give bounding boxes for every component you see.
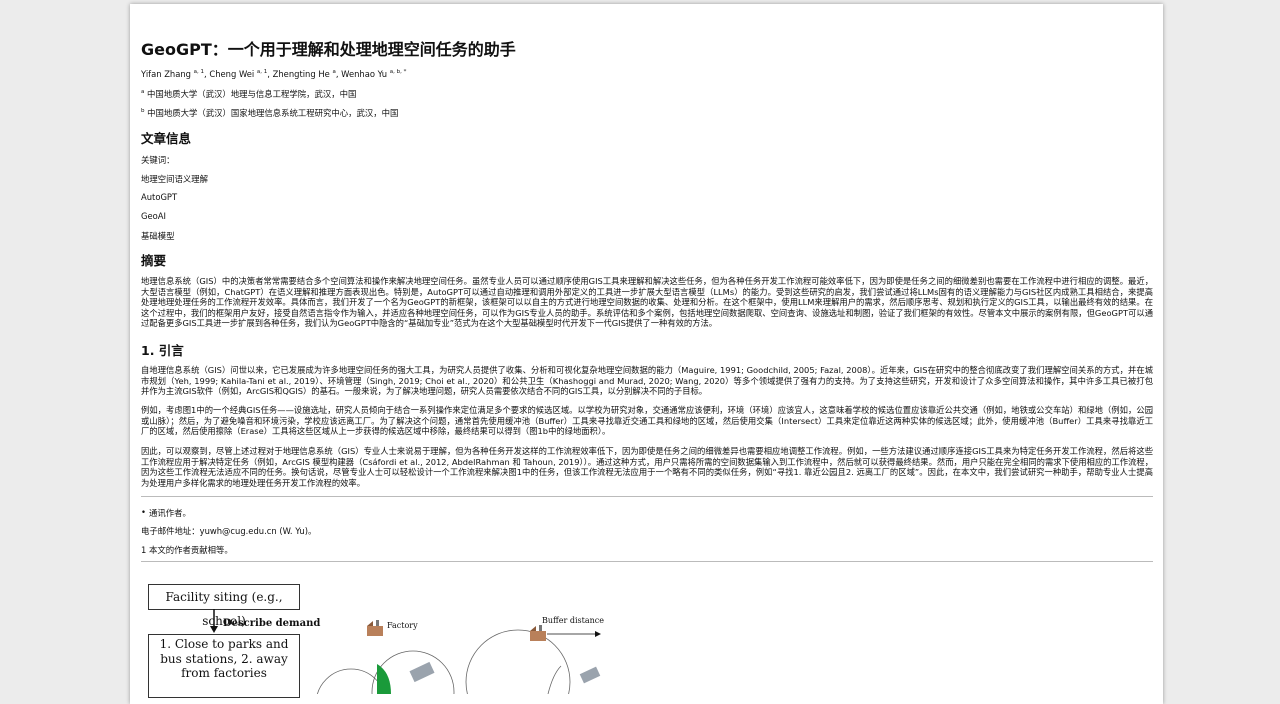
footnote-divider [141,496,1153,497]
affiliation-b: b 中国地质大学（武汉）国家地理信息系统工程研究中心，武汉，中国 [141,107,398,119]
station-block [409,661,435,683]
author-name: Wenhao Yu [341,69,388,79]
keyword-item: AutoGPT [141,192,178,202]
paper-title: GeoGPT：一个用于理解和处理地理空间任务的助手 [141,40,516,59]
factory-label: Factory [387,621,418,630]
intro-paragraph-3: 因此，可以观察到，尽管上述过程对于地理信息系统（GIS）专业人士来说易于理解，但… [141,446,1153,488]
author-superscript: a [332,69,336,76]
green-area [377,664,391,694]
author-superscript: a, b, * [389,69,407,76]
footnote-email: 电子邮件地址：yuwh@cug.edu.cn (W. Yu)。 [141,526,317,536]
affiliation-mark: b [141,108,145,115]
affiliation-text: 中国地质大学（武汉）地理与信息工程学院，武汉，中国 [147,89,357,99]
affiliation-a: a 中国地质大学（武汉）地理与信息工程学院，武汉，中国 [141,88,356,100]
factory-icon [367,620,383,636]
keyword-item: GeoAI [141,211,166,221]
footnote-corresponding: 通讯作者。 [141,507,191,519]
author-list: Yifan Zhang a, 1, Cheng Wei a, 1, Zhengt… [141,69,407,79]
figure-divider [141,561,1153,562]
station-block [579,666,601,684]
author-superscript: a, 1 [256,69,268,76]
affiliation-text: 中国地质大学（武汉）国家地理信息系统工程研究中心，武汉，中国 [147,108,399,118]
intro-paragraph-1: 自地理信息系统（GIS）问世以来，它已发展成为许多地理空间任务的强大工具，为研究… [141,365,1153,397]
footnote-contribution: 1 本文的作者贡献相等。 [141,545,233,555]
affiliation-mark: a [141,89,145,96]
keywords-label: 关键词： [141,155,175,165]
buffer-distance-arrow [595,631,601,637]
keyword-item: 基础模型 [141,231,175,241]
buffer-arc [547,665,562,694]
author-name: Yifan Zhang [141,69,191,79]
demand-arrow-head [210,626,218,633]
paper-page: GeoGPT：一个用于理解和处理地理空间任务的助手 Yifan Zhang a,… [130,4,1163,704]
abstract-text: 地理信息系统（GIS）中的决策者常常需要结合多个空间算法和操作来解决地理空间任务… [141,276,1153,329]
figure-box-demand: 1. Close to parks and bus stations, 2. a… [148,634,300,698]
figure-1: Facility siting (e.g., school) Describe … [141,574,841,698]
author-name: Zhengting He [272,69,330,79]
buffer-distance-label: Buffer distance [542,616,604,625]
author-superscript: a, 1 [193,69,205,76]
intro-heading: 1. 引言 [141,343,184,358]
buffer-circle [465,629,571,694]
intro-paragraph-2: 例如，考虑图1中的一个经典GIS任务——设施选址，研究人员倾向于结合一系列操作来… [141,405,1153,437]
keyword-item: 地理空间语义理解 [141,174,208,184]
factory-icon [530,625,546,641]
figure-describe-label: Describe demand [223,618,321,629]
abstract-heading: 摘要 [141,253,167,268]
article-info-heading: 文章信息 [141,131,192,146]
author-name: Cheng Wei [209,69,255,79]
